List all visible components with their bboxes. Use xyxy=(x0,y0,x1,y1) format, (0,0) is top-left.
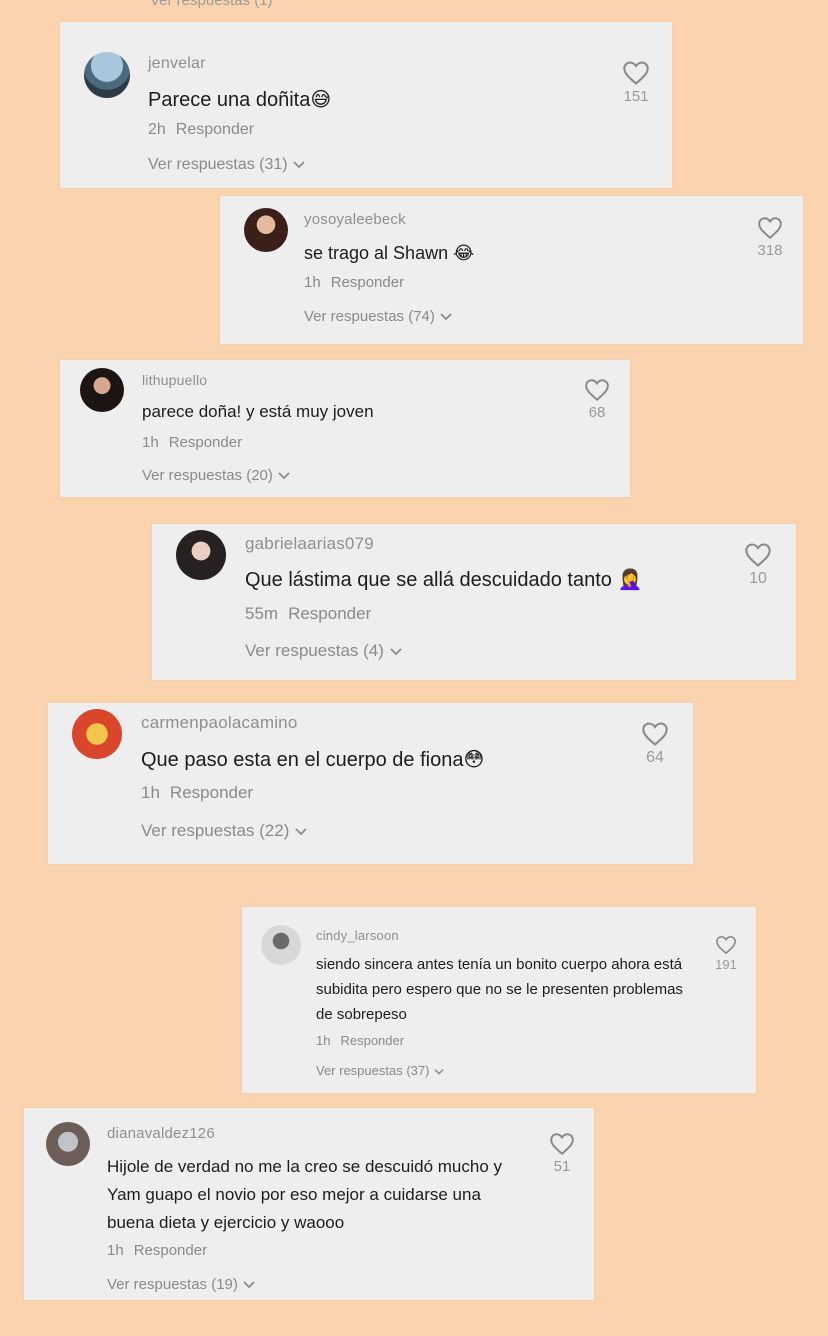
heart-outline-icon xyxy=(623,61,649,85)
chevron-down-icon xyxy=(434,1068,444,1075)
view-replies-link[interactable]: Ver respuestas (37) xyxy=(316,1063,445,1078)
avatar[interactable] xyxy=(72,709,122,759)
avatar[interactable] xyxy=(261,925,301,965)
reply-button[interactable]: Responder xyxy=(170,783,253,802)
like-count: 10 xyxy=(749,570,767,587)
comment-time: 1h xyxy=(141,783,160,802)
comment-username[interactable]: carmenpaolacamino xyxy=(141,713,297,733)
chevron-down-icon xyxy=(295,827,307,835)
like-button[interactable]: 64 xyxy=(635,721,675,767)
chevron-down-icon xyxy=(278,472,290,480)
like-button[interactable]: 10 xyxy=(738,542,778,588)
chevron-down-icon xyxy=(440,313,452,321)
view-replies-label: Ver respuestas (74) xyxy=(304,308,435,325)
view-replies-label: Ver respuestas (37) xyxy=(316,1063,430,1078)
comment-meta: 1h Responder xyxy=(141,783,253,803)
comment-card: dianavaldez126 Hijole de verdad no me la… xyxy=(24,1108,594,1300)
like-count: 68 xyxy=(588,404,606,421)
view-replies-link[interactable]: Ver respuestas (74) xyxy=(304,308,453,325)
like-count: 64 xyxy=(646,749,664,766)
avatar[interactable] xyxy=(176,530,226,580)
reply-button[interactable]: Responder xyxy=(169,434,242,451)
heart-outline-icon xyxy=(585,379,609,402)
comment-card: lithupuello parece doña! y está muy jove… xyxy=(60,360,630,497)
comment-meta: 1h Responder xyxy=(142,434,242,451)
chevron-down-icon xyxy=(292,161,305,169)
comment-time: 1h xyxy=(316,1033,331,1048)
comment-time: 55m xyxy=(245,604,279,623)
comment-meta: 1h Responder xyxy=(304,274,404,291)
comment-username[interactable]: gabrielaarias079 xyxy=(245,534,374,554)
comment-time: 1h xyxy=(107,1242,124,1259)
comment-time: 1h xyxy=(304,274,321,291)
heart-outline-icon xyxy=(758,217,782,240)
view-replies-link[interactable]: Ver respuestas (20) xyxy=(142,467,291,484)
heart-outline-icon xyxy=(716,935,736,955)
reply-button[interactable]: Responder xyxy=(134,1242,207,1259)
cut-off-replies-link: Ver respuestas (1) xyxy=(150,0,273,9)
comment-text: se trago al Shawn 😂 xyxy=(304,243,475,263)
chevron-down-icon xyxy=(390,647,402,655)
avatar[interactable] xyxy=(46,1122,90,1166)
comment-text: Que paso esta en el cuerpo de fiona😳 xyxy=(141,749,485,771)
comment-time: 2h xyxy=(148,121,166,138)
reply-button[interactable]: Responder xyxy=(176,121,254,138)
comment-text: Parece una doñita😅 xyxy=(148,89,332,111)
comment-card: carmenpaolacamino Que paso esta en el cu… xyxy=(48,703,693,864)
like-count: 191 xyxy=(715,957,737,972)
like-count: 318 xyxy=(757,242,783,259)
reply-button[interactable]: Responder xyxy=(288,604,371,623)
like-button[interactable]: 191 xyxy=(708,935,744,972)
comment-text: parece doña! y está muy joven xyxy=(142,402,374,421)
view-replies-label: Ver respuestas (20) xyxy=(142,467,273,484)
like-button[interactable]: 68 xyxy=(577,378,617,421)
chevron-down-icon xyxy=(243,1281,255,1289)
comment-text: Hijole de verdad no me la creo se descui… xyxy=(107,1157,502,1233)
comment-meta: 2h Responder xyxy=(148,121,254,139)
view-replies-link[interactable]: Ver respuestas (19) xyxy=(107,1276,256,1293)
reply-button[interactable]: Responder xyxy=(340,1033,404,1048)
like-button[interactable]: 151 xyxy=(616,60,656,105)
comment-meta: 1h Responder xyxy=(316,1033,404,1048)
view-replies-link[interactable]: Ver respuestas (4) xyxy=(245,641,404,661)
view-replies-link[interactable]: Ver respuestas (31) xyxy=(148,156,306,174)
view-replies-label: Ver respuestas (31) xyxy=(148,156,288,173)
like-button[interactable]: 51 xyxy=(542,1132,582,1175)
avatar[interactable] xyxy=(84,52,130,98)
comment-username[interactable]: cindy_larsoon xyxy=(316,928,399,943)
view-replies-link[interactable]: Ver respuestas (22) xyxy=(141,821,309,841)
comment-time: 1h xyxy=(142,434,159,451)
comment-username[interactable]: yosoyaleebeck xyxy=(304,211,406,228)
view-replies-label: Ver respuestas (19) xyxy=(107,1276,238,1293)
heart-outline-icon xyxy=(550,1133,574,1156)
avatar[interactable] xyxy=(80,368,124,412)
comment-text: siendo sincera antes tenía un bonito cue… xyxy=(316,956,683,1023)
comment-card: jenvelar Parece una doñita😅 2h Responder … xyxy=(60,22,672,188)
comment-card: yosoyaleebeck se trago al Shawn 😂 1h Resp… xyxy=(220,196,803,344)
comment-username[interactable]: jenvelar xyxy=(148,55,206,73)
view-replies-label: Ver respuestas (4) xyxy=(245,641,384,660)
avatar[interactable] xyxy=(244,208,288,252)
like-count: 51 xyxy=(553,1158,571,1175)
reply-button[interactable]: Responder xyxy=(331,274,404,291)
comment-meta: 1h Responder xyxy=(107,1242,207,1259)
comment-card: cindy_larsoon siendo sincera antes tenía… xyxy=(242,907,756,1093)
like-count: 151 xyxy=(623,88,649,105)
comment-meta: 55m Responder xyxy=(245,604,371,624)
heart-outline-icon xyxy=(745,543,771,567)
heart-outline-icon xyxy=(642,722,668,746)
comment-card: gabrielaarias079 Que lástima que se allá… xyxy=(152,524,796,680)
comment-username[interactable]: dianavaldez126 xyxy=(107,1125,215,1142)
comment-username[interactable]: lithupuello xyxy=(142,372,207,388)
like-button[interactable]: 318 xyxy=(750,216,790,259)
comment-text: Que lástima que se allá descuidado tanto… xyxy=(245,569,643,591)
view-replies-label: Ver respuestas (22) xyxy=(141,821,290,840)
